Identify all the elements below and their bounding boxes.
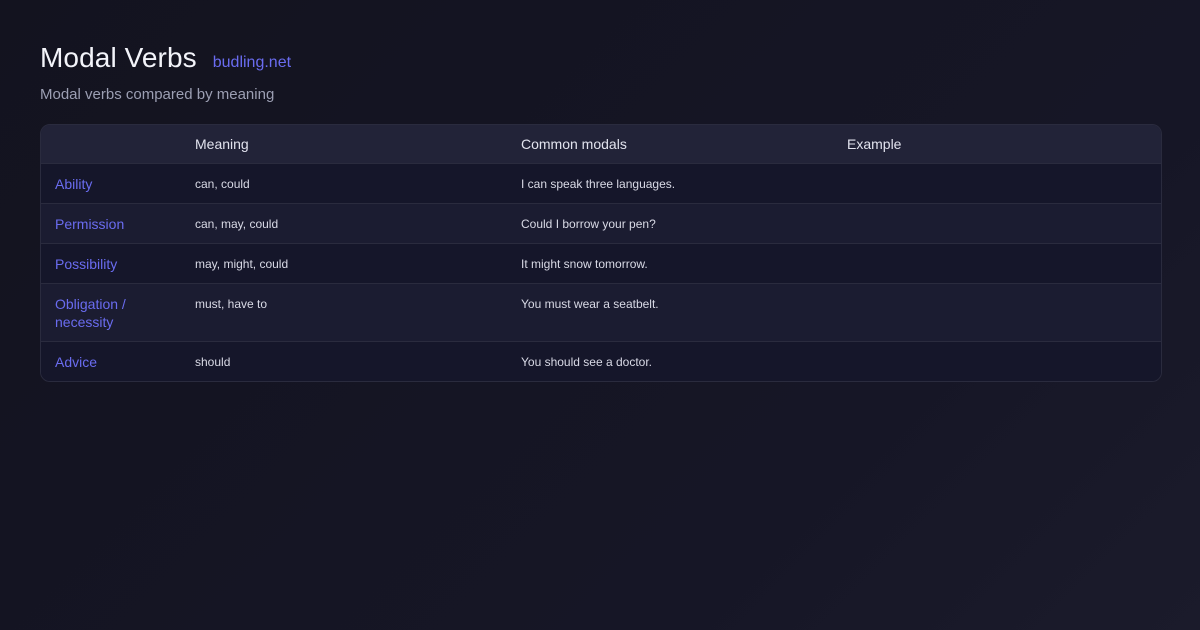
table-row: Possibility may, might, could It might s… — [41, 243, 1161, 284]
page-header: Modal Verbs budling.net — [40, 42, 1160, 74]
site-link[interactable]: budling.net — [213, 54, 291, 72]
table-row: Permission can, may, could Could I borro… — [41, 203, 1161, 244]
table-body: Ability can, could I can speak three lan… — [41, 163, 1161, 382]
page: Modal Verbs budling.net Modal verbs comp… — [0, 0, 1200, 630]
row-label: Advice — [55, 354, 98, 370]
example-cell — [833, 163, 1161, 204]
row-label: Ability — [41, 163, 181, 204]
table-header-row: Meaning Common modals Example — [41, 125, 1161, 164]
meaning-cell: must, have to — [181, 283, 507, 342]
meaning-cell: can, may, could — [181, 203, 507, 244]
column-header-meaning: Meaning — [181, 125, 507, 164]
page-subtitle: Modal verbs compared by meaning — [40, 86, 275, 103]
row-label: Permission — [41, 203, 181, 244]
row-label: Possibility — [41, 243, 181, 284]
meaning-cell: can, could — [181, 163, 507, 204]
example-cell — [833, 243, 1161, 284]
modal-verbs-table: Meaning Common modals Example Ability ca… — [40, 124, 1162, 382]
table-row: Ability can, could I can speak three lan… — [41, 163, 1161, 204]
modals-cell: You should see a doctor. — [521, 355, 652, 369]
comparison-table: Meaning Common modals Example Ability ca… — [41, 125, 1161, 381]
column-header-label — [41, 125, 181, 164]
meaning-cell: should — [195, 355, 231, 369]
modals-cell: You must wear a seatbelt. — [507, 283, 833, 342]
column-header-example: Example — [833, 125, 1161, 164]
example-cell — [833, 283, 1161, 342]
modals-cell: It might snow tomorrow. — [507, 243, 833, 284]
column-header-common-modals: Common modals — [507, 125, 833, 164]
meaning-cell: may, might, could — [181, 243, 507, 284]
modals-cell: I can speak three languages. — [507, 163, 833, 204]
page-title: Modal Verbs — [40, 42, 197, 73]
modals-cell: Could I borrow your pen? — [507, 203, 833, 244]
example-cell — [833, 203, 1161, 244]
row-label: Obligation / necessity — [41, 283, 181, 342]
table-row: Advice should You should see a doctor. — [41, 341, 1161, 382]
example-cell — [833, 342, 1161, 382]
table-header: Meaning Common modals Example — [41, 125, 1161, 164]
table-row: Obligation / necessity must, have to You… — [41, 283, 1161, 342]
